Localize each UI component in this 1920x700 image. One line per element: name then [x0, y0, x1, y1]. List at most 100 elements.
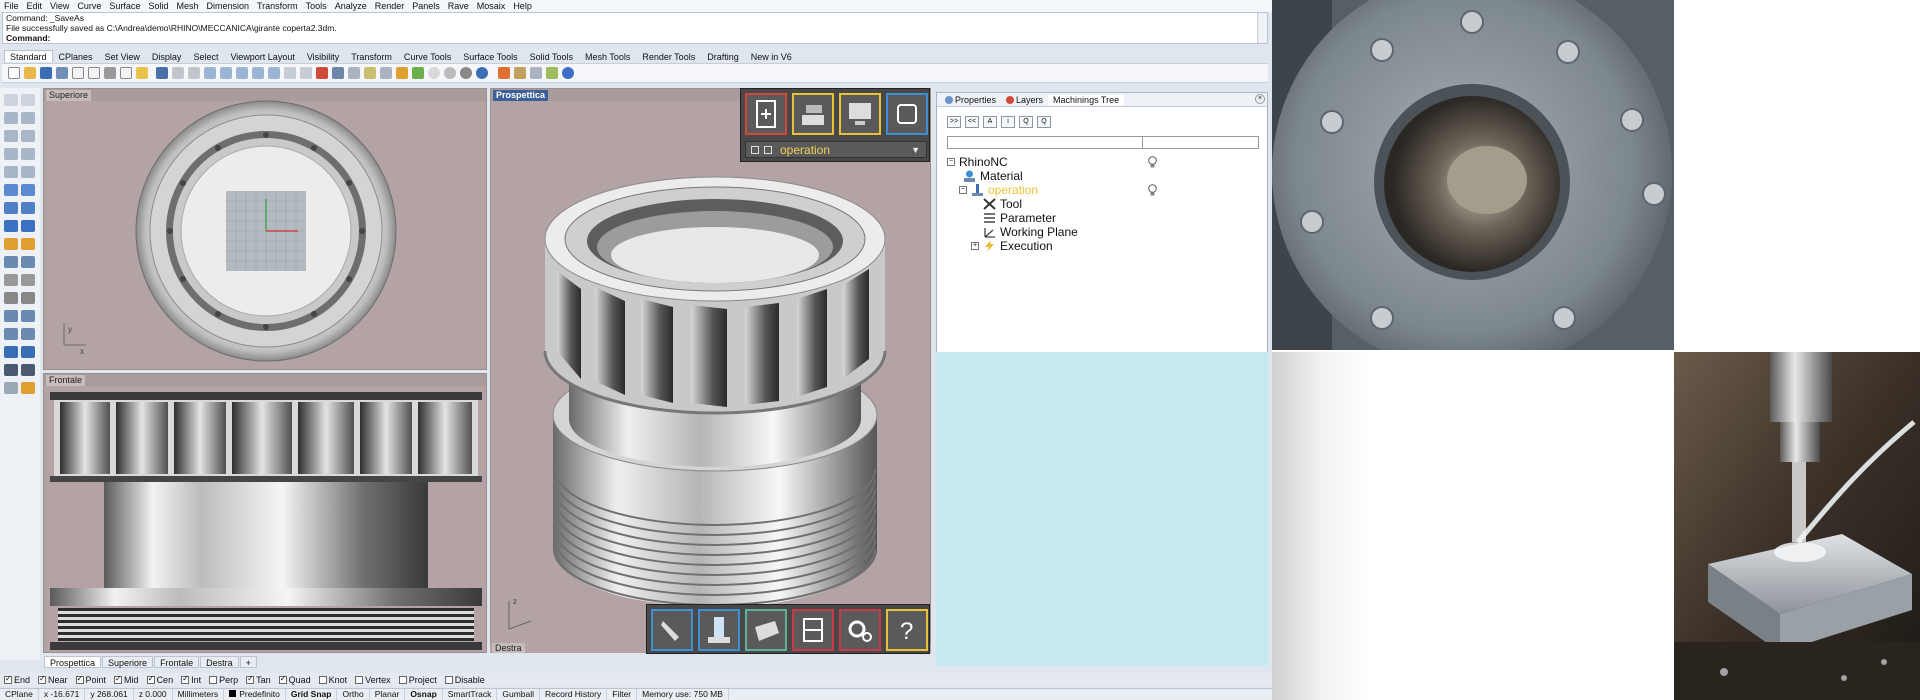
- osnap-disable[interactable]: Disable: [444, 675, 485, 685]
- osnap-checkbox[interactable]: [75, 674, 84, 684]
- explode-icon[interactable]: [21, 238, 35, 250]
- tree-node-execution[interactable]: + Execution: [971, 239, 1053, 253]
- text-icon[interactable]: [21, 346, 35, 358]
- tree-node-parameter[interactable]: Parameter: [983, 211, 1056, 225]
- tab-set-view[interactable]: Set View: [99, 50, 146, 62]
- undo-icon[interactable]: [156, 67, 168, 79]
- osnap-knot[interactable]: Knot: [318, 675, 347, 685]
- menu-transform[interactable]: Transform: [257, 1, 298, 11]
- join-icon[interactable]: [4, 256, 18, 268]
- mesh-icon[interactable]: [4, 238, 18, 250]
- status-grid-snap[interactable]: Grid Snap: [286, 689, 338, 700]
- operation-checkbox[interactable]: [764, 145, 772, 154]
- car-shade-icon[interactable]: [316, 67, 328, 79]
- open-folder-icon[interactable]: [24, 67, 36, 79]
- menu-solid[interactable]: Solid: [148, 1, 168, 11]
- osnap-checkbox[interactable]: [278, 674, 287, 684]
- zoom-out-button[interactable]: Q: [1037, 116, 1051, 128]
- box-icon[interactable]: [4, 202, 18, 214]
- point-on-icon[interactable]: [348, 67, 360, 79]
- add-viewport-tab-icon[interactable]: +: [239, 656, 257, 668]
- material-sphere-icon[interactable]: [476, 67, 488, 79]
- menu-edit[interactable]: Edit: [27, 1, 43, 11]
- loft-icon[interactable]: [21, 184, 35, 196]
- walkabout-icon[interactable]: [332, 67, 344, 79]
- osnap-mid[interactable]: Mid: [114, 674, 139, 685]
- close-icon[interactable]: ×: [1255, 94, 1265, 104]
- split-icon[interactable]: [21, 256, 35, 268]
- menu-panels[interactable]: Panels: [412, 1, 440, 11]
- tab-mesh-tools[interactable]: Mesh Tools: [579, 50, 636, 62]
- tree-node-operation[interactable]: − operation: [959, 183, 1038, 197]
- help-icon[interactable]: ?: [886, 609, 928, 651]
- trim-icon[interactable]: [4, 274, 18, 286]
- tab-standard[interactable]: Standard: [4, 50, 53, 62]
- new-file-icon[interactable]: [8, 67, 20, 79]
- tab-display[interactable]: Display: [146, 50, 188, 62]
- tree-node-tool[interactable]: Tool: [983, 197, 1022, 211]
- menu-surface[interactable]: Surface: [109, 1, 140, 11]
- status-cplane[interactable]: CPlane: [0, 689, 39, 700]
- boolean-icon[interactable]: [21, 220, 35, 232]
- osnap-checkbox[interactable]: [355, 675, 364, 684]
- shaded-sphere-icon[interactable]: [444, 67, 456, 79]
- status-ortho[interactable]: Ortho: [337, 689, 370, 700]
- analyze-icon[interactable]: [4, 382, 18, 394]
- circle-icon[interactable]: [4, 130, 18, 142]
- osnap-near[interactable]: Near: [38, 674, 68, 685]
- status-osnap[interactable]: Osnap: [405, 689, 443, 700]
- ellipse-icon[interactable]: [4, 166, 18, 178]
- operation-selector[interactable]: operation ▼: [745, 141, 927, 158]
- status-record-history[interactable]: Record History: [540, 689, 608, 700]
- copy-icon[interactable]: [120, 67, 132, 79]
- menu-view[interactable]: View: [50, 1, 69, 11]
- osnap-int[interactable]: Int: [181, 674, 201, 685]
- stock-block-icon[interactable]: [745, 609, 787, 651]
- cut-icon[interactable]: [104, 67, 116, 79]
- tree-node-working-plane[interactable]: Working Plane: [983, 225, 1078, 239]
- rendered-sphere-icon[interactable]: [460, 67, 472, 79]
- render-icon[interactable]: [21, 382, 35, 394]
- menu-rave[interactable]: Rave: [448, 1, 469, 11]
- layer-icon[interactable]: [412, 67, 424, 79]
- pan-hand-icon[interactable]: [172, 67, 184, 79]
- collapse-toggle-icon[interactable]: −: [959, 186, 967, 194]
- lightbulb-icon[interactable]: [1147, 184, 1158, 196]
- tab-cplanes[interactable]: CPlanes: [53, 50, 99, 62]
- lock-icon[interactable]: [396, 67, 408, 79]
- osnap-checkbox[interactable]: [146, 674, 155, 684]
- viewport-front[interactable]: Frontale: [43, 373, 487, 653]
- chevron-down-icon[interactable]: ▼: [911, 145, 920, 155]
- fillet-curve-icon[interactable]: [21, 166, 35, 178]
- group-icon[interactable]: [21, 274, 35, 286]
- expand-toggle-icon[interactable]: +: [971, 242, 979, 250]
- arc-icon[interactable]: [21, 130, 35, 142]
- zoom-selected-icon[interactable]: [252, 67, 264, 79]
- select-arrow-icon[interactable]: [4, 94, 18, 106]
- cabinet-icon[interactable]: [792, 609, 834, 651]
- rectangle-icon[interactable]: [21, 148, 35, 160]
- save-icon[interactable]: [40, 67, 52, 79]
- copy-document-icon[interactable]: [72, 67, 84, 79]
- zoom-in-button[interactable]: Q: [1019, 116, 1033, 128]
- surface-icon[interactable]: [4, 184, 18, 196]
- polygon-icon[interactable]: [4, 148, 18, 160]
- osnap-checkbox[interactable]: [318, 675, 327, 684]
- render-sphere-icon[interactable]: [428, 67, 440, 79]
- tool-icon[interactable]: [651, 609, 693, 651]
- collapse-toggle-icon[interactable]: −: [947, 158, 955, 166]
- zoom-icon[interactable]: [204, 67, 216, 79]
- viewport-tab-right[interactable]: Destra: [200, 656, 239, 668]
- osnap-checkbox[interactable]: [4, 674, 12, 684]
- osnap-vertex[interactable]: Vertex: [355, 675, 391, 685]
- tab-layers[interactable]: Layers: [1001, 95, 1048, 105]
- osnap-cen[interactable]: Cen: [146, 674, 173, 685]
- viewport-tab-front[interactable]: Frontale: [154, 656, 200, 668]
- osnap-tan[interactable]: Tan: [246, 674, 271, 685]
- menu-analyze[interactable]: Analyze: [335, 1, 367, 11]
- rotate-icon[interactable]: [4, 310, 18, 322]
- menu-mosaix[interactable]: Mosaix: [477, 1, 506, 11]
- osnap-checkbox[interactable]: [209, 675, 218, 684]
- status-smarttrack[interactable]: SmartTrack: [443, 689, 498, 700]
- tab-render-tools[interactable]: Render Tools: [636, 50, 701, 62]
